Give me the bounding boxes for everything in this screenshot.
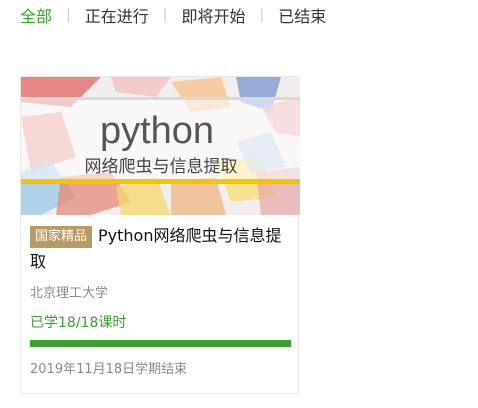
course-cover-image[interactable]: python 网络爬虫与信息提取 <box>21 77 300 215</box>
tab-upcoming[interactable]: 即将开始 <box>181 3 245 27</box>
filter-tabs: 全部 | 正在进行 | 即将开始 | 已结束 <box>20 3 326 27</box>
tab-ended[interactable]: 已结束 <box>278 3 326 27</box>
cover-art: python 网络爬虫与信息提取 <box>21 77 300 215</box>
cover-subtitle: 网络爬虫与信息提取 <box>85 157 238 177</box>
progress-bar-fill <box>30 340 291 347</box>
cover-logo-text: python <box>100 110 214 152</box>
tab-separator: | <box>66 7 71 23</box>
quality-badge: 国家精品 <box>30 226 93 248</box>
tab-separator: | <box>259 7 265 23</box>
progress-bar <box>30 340 291 347</box>
university-name: 北京理工大学 <box>30 286 109 301</box>
progress-text: 已学18/18课时 <box>30 315 127 331</box>
tab-all[interactable]: 全部 <box>20 3 52 27</box>
course-title-block[interactable]: 国家精品 Python网络爬虫与信息提取 <box>30 223 292 275</box>
term-end-date: 2019年11月18日学期结束 <box>30 362 188 377</box>
course-card[interactable]: python 网络爬虫与信息提取 国家精品 Python网络爬虫与信息提取 北京理… <box>20 76 300 394</box>
tab-separator: | <box>162 7 168 23</box>
tab-in-progress[interactable]: 正在进行 <box>85 3 149 27</box>
